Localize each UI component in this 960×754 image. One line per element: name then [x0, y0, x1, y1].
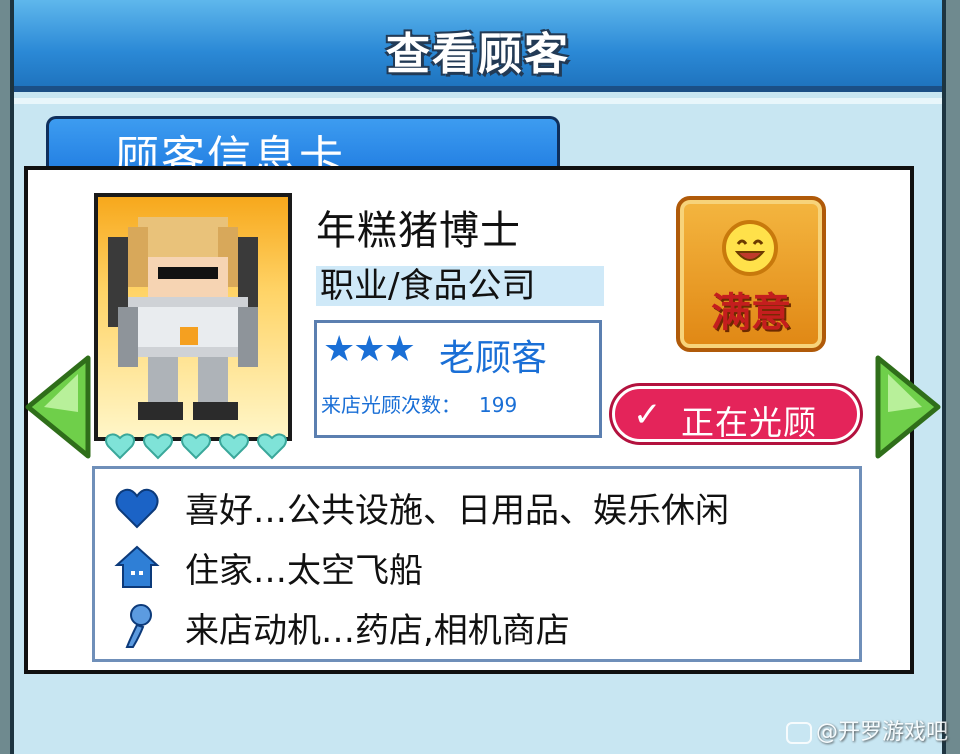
motive-text: 来店动机…药店,相机商店 [185, 611, 570, 651]
smiley-face-icon [722, 220, 778, 276]
heart-icon [257, 433, 287, 460]
customer-name: 年糕猪博士 [316, 208, 521, 254]
visit-count: 来店光顾次数： 199 [321, 389, 517, 418]
mood-badge: 满意 [676, 196, 826, 352]
watermark: @开罗游戏吧 [785, 714, 948, 746]
visiting-status-badge: ✓ 正在光顾 [612, 386, 860, 442]
home-row: 住家…太空飞船 [113, 535, 853, 595]
customer-info-card: 年糕猪博士 职业/食品公司 ★★★ 老顾客 来店光顾次数： 199 满意 ✓ 正在… [24, 166, 914, 674]
home-text: 住家…太空飞船 [185, 551, 423, 591]
customer-sprite-icon [108, 217, 258, 420]
next-customer-arrow-icon[interactable] [874, 352, 944, 462]
visiting-status-label: 正在光顾 [681, 403, 817, 442]
customer-job: 职业/食品公司 [316, 266, 604, 306]
heart-icon [219, 433, 249, 460]
chat-bubble-icon [785, 722, 812, 744]
watermark-text: @开罗游戏吧 [815, 720, 948, 745]
check-icon: ✓ [633, 395, 662, 435]
rank-label: 老顾客 [439, 338, 548, 379]
visit-count-label: 来店光顾次数： [321, 393, 461, 417]
customer-details: 喜好…公共设施、日用品、娱乐休闲 住家…太空飞船 来店动机…药店,相机商店 [92, 466, 862, 662]
heart-icon [115, 488, 159, 529]
motive-row: 来店动机…药店,相机商店 [113, 595, 853, 655]
rank-stars: ★★★ [323, 329, 416, 370]
house-icon [114, 545, 160, 588]
affection-hearts [104, 430, 294, 464]
divider [14, 98, 942, 104]
page-title: 查看顾客 [386, 29, 570, 80]
mood-label: 满意 [711, 290, 791, 336]
customer-portrait [94, 193, 292, 441]
likes-text: 喜好…公共设施、日用品、娱乐休闲 [185, 491, 729, 531]
heart-icon [143, 433, 173, 460]
title-bar: 查看顾客 [14, 0, 942, 92]
visit-count-value: 199 [479, 393, 518, 417]
heart-icon [181, 433, 211, 460]
heart-icon [105, 433, 135, 460]
previous-customer-arrow-icon[interactable] [22, 352, 92, 462]
footprint-icon [125, 604, 152, 648]
likes-row: 喜好…公共设施、日用品、娱乐休闲 [113, 475, 853, 535]
customer-rank-box: ★★★ 老顾客 来店光顾次数： 199 [314, 320, 602, 438]
